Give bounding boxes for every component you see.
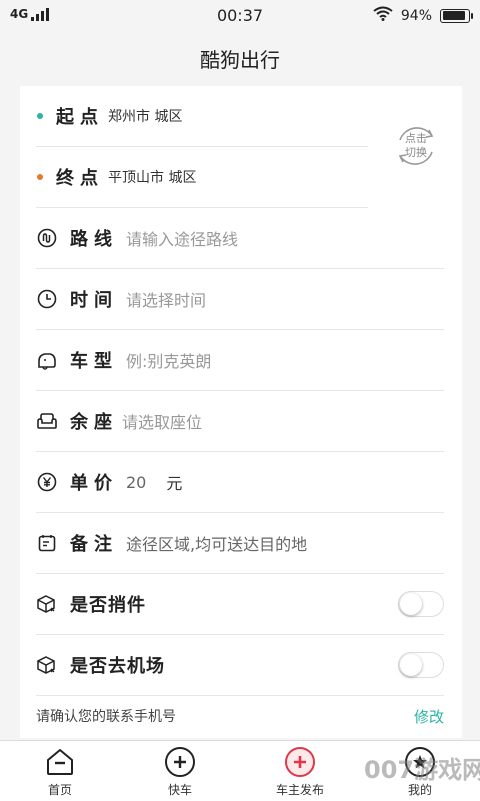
car-model-input[interactable]: 例:别克英朗 (126, 348, 211, 372)
wifi-icon (373, 6, 393, 25)
car-model-row[interactable]: 车型 例:别克英朗 (36, 330, 444, 391)
trip-form-card: 起点 郑州市 城区 终点 平顶山市 城区 点击 切换 路线 请输入途径路线 时间… (20, 86, 462, 738)
price-unit: 元 (166, 474, 183, 493)
airport-row: 是否去机场 (36, 635, 444, 696)
end-city: 平顶山市 城区 (108, 170, 197, 186)
route-label: 路线 (70, 229, 118, 250)
start-dot (37, 113, 43, 119)
battery-icon (440, 8, 473, 23)
watermark: 007游戏网 (364, 756, 480, 784)
home-minus-icon (47, 749, 73, 775)
seat-icon (36, 410, 58, 432)
page-title: 酷狗出行 (200, 47, 280, 72)
price-label: 单价 (70, 473, 118, 494)
toggle-knob (400, 654, 422, 676)
car-model-label: 车型 (70, 351, 118, 372)
end-dot (37, 174, 43, 180)
route-row[interactable]: 路线 请输入途径路线 (36, 208, 444, 269)
note-label: 备注 (70, 534, 118, 555)
note-icon (36, 532, 58, 554)
swap-label-1: 点击 (405, 132, 427, 145)
parcel-icon (36, 654, 58, 676)
route-icon (36, 227, 58, 249)
parcel-row: 是否捎件 (36, 574, 444, 635)
phone-confirm-row: 请确认您的联系手机号 修改 (36, 698, 444, 734)
status-bar: 4G 00:37 94% (0, 0, 480, 32)
price-row[interactable]: 单价 20 元 (36, 452, 444, 513)
tab-driver-publish[interactable]: 车主发布 (240, 741, 360, 801)
edit-phone-link[interactable]: 修改 (414, 706, 444, 727)
tab-driver-publish-label: 车主发布 (275, 783, 324, 797)
route-input[interactable]: 请输入途径路线 (126, 226, 238, 250)
parcel-toggle[interactable] (398, 591, 444, 617)
start-city: 郑州市 城区 (108, 109, 183, 125)
tab-home[interactable]: 首页 (0, 741, 120, 801)
time-row[interactable]: 时间 请选择时间 (36, 269, 444, 330)
toggle-knob (400, 593, 422, 615)
end-label: 终点 (56, 168, 104, 189)
car-icon (36, 349, 58, 371)
phone-prompt: 请确认您的联系手机号 (36, 709, 176, 725)
tab-express[interactable]: 快车 (120, 741, 240, 801)
tab-express-label: 快车 (167, 783, 192, 797)
time-picker[interactable]: 请选择时间 (126, 287, 206, 311)
time-label: 时间 (70, 290, 118, 311)
seats-label: 余座 (70, 412, 118, 433)
tab-home-label: 首页 (47, 783, 72, 797)
airport-label: 是否去机场 (70, 656, 165, 677)
clock-icon (36, 288, 58, 310)
swap-button[interactable]: 点击 切换 (392, 122, 440, 170)
yuan-icon (36, 471, 58, 493)
end-point-row[interactable]: 终点 平顶山市 城区 (36, 147, 368, 208)
seats-row[interactable]: 余座 请选取座位 (36, 391, 444, 452)
note-input[interactable]: 途径区域,均可送达目的地 (126, 531, 307, 555)
battery-percent: 94% (400, 7, 432, 24)
plus-circle-icon (165, 747, 195, 777)
parcel-label: 是否捎件 (70, 595, 146, 616)
seats-picker[interactable]: 请选取座位 (122, 409, 202, 433)
note-row[interactable]: 备注 途径区域,均可送达目的地 (36, 513, 444, 574)
start-label: 起点 (56, 107, 104, 128)
swap-label-2: 切换 (405, 146, 427, 159)
start-point-row[interactable]: 起点 郑州市 城区 (36, 86, 368, 147)
price-input[interactable]: 20 (126, 473, 146, 492)
airport-toggle[interactable] (398, 652, 444, 678)
parcel-icon (36, 593, 58, 615)
plus-circle-red-icon (285, 747, 315, 777)
